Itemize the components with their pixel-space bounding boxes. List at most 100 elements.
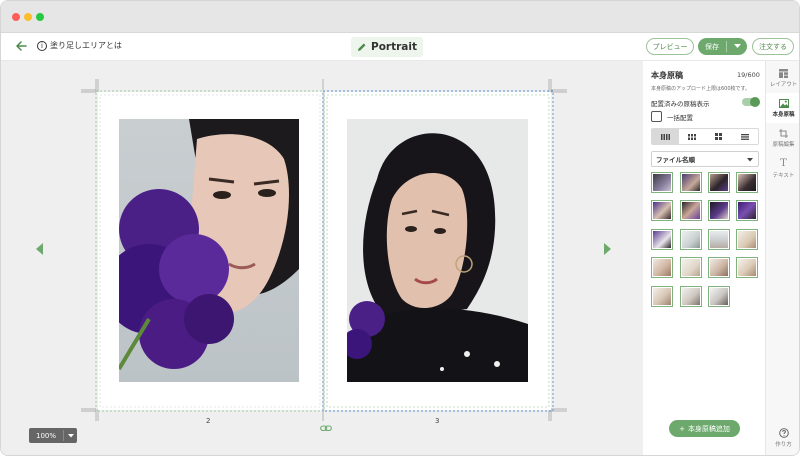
save-button[interactable]: 保存 (698, 38, 747, 55)
sort-order-value: ファイル名順 (656, 156, 695, 164)
thumbnail-item[interactable] (680, 200, 702, 221)
image-icon (778, 98, 789, 108)
thumbnail-image (682, 174, 700, 191)
previous-spread-arrow-icon[interactable] (36, 243, 43, 255)
grid-small-icon (660, 133, 670, 140)
thumbnail-image (682, 202, 700, 219)
thumbnail-item[interactable] (736, 200, 758, 221)
thumbnail-item[interactable] (708, 172, 730, 193)
view-mode-selector (651, 128, 759, 145)
save-button-label: 保存 (705, 42, 719, 51)
window-titlebar (1, 1, 799, 33)
text-icon: T (780, 157, 787, 169)
thumbnail-item[interactable] (651, 172, 673, 193)
grid-medium-icon (687, 133, 696, 140)
thumbnail-image (710, 202, 728, 219)
info-icon: i (37, 40, 47, 51)
photo-right[interactable] (347, 119, 528, 382)
order-button-label: 注文する (759, 42, 787, 51)
rail-tab-manuscript[interactable]: 本身原稿 (766, 93, 799, 123)
thumbnail-image (738, 259, 756, 276)
thumbnail-item[interactable] (708, 286, 730, 307)
thumbnail-item[interactable] (680, 286, 702, 307)
thumbnail-image (710, 231, 728, 248)
zoom-dropdown-toggle[interactable] (64, 433, 77, 438)
help-icon (778, 428, 789, 438)
bleed-area-help-link[interactable]: i 塗り足しエリアとは (37, 40, 122, 51)
bleed-area-help-label: 塗り足しエリアとは (50, 41, 122, 50)
grid-large-icon (714, 133, 722, 140)
crop-icon (779, 128, 788, 138)
tool-rail: レイアウト 本身原稿 原稿編集 T テキスト 作り方 (766, 61, 799, 455)
thumbnail-image (682, 288, 700, 305)
zoom-control[interactable]: 100% (29, 428, 77, 443)
show-placed-label: 配置済みの原稿表示 (651, 100, 710, 108)
thumbnail-item[interactable] (680, 229, 702, 250)
next-spread-arrow-icon[interactable] (604, 243, 611, 255)
rail-tab-text[interactable]: T テキスト (766, 153, 799, 183)
thumbnail-image (653, 174, 671, 191)
thumbnail-item[interactable] (651, 200, 673, 221)
project-title-text: Portrait (371, 41, 417, 53)
view-list-small-button[interactable] (652, 129, 679, 144)
chevron-down-icon (67, 433, 74, 437)
show-placed-toggle[interactable] (742, 97, 760, 107)
editor-toolbar: i 塗り足しエリアとは Portrait プレビュー 保存 注文する (1, 33, 799, 61)
page-number-right: 3 (435, 417, 440, 425)
thumbnail-item[interactable] (708, 200, 730, 221)
thumbnail-item[interactable] (708, 257, 730, 278)
thumbnail-image (653, 288, 671, 305)
bulk-place-label: 一括配置 (667, 114, 693, 122)
thumbnail-image (710, 288, 728, 305)
thumbnail-image (710, 259, 728, 276)
rail-tab-text-label: テキスト (772, 172, 795, 179)
minimize-window-button[interactable] (24, 13, 32, 21)
thumbnail-image (738, 231, 756, 248)
chevron-down-icon (747, 158, 753, 162)
page-number-left: 2 (206, 417, 211, 425)
thumbnail-item[interactable] (651, 229, 673, 250)
back-arrow-icon (16, 41, 27, 51)
thumbnail-item[interactable] (736, 172, 758, 193)
view-grid-medium-button[interactable] (679, 129, 706, 144)
thumbnail-item[interactable] (680, 257, 702, 278)
thumbnail-item[interactable] (680, 172, 702, 193)
rail-tab-edit[interactable]: 原稿編集 (766, 123, 799, 153)
thumbnail-image (710, 174, 728, 191)
view-grid-large-button[interactable] (705, 129, 732, 144)
rail-help[interactable]: 作り方 (766, 423, 799, 453)
chevron-down-icon (733, 44, 741, 48)
thumbnail-item[interactable] (736, 257, 758, 278)
link-pages-icon[interactable] (320, 424, 332, 433)
close-window-button[interactable] (12, 13, 20, 21)
rail-help-label: 作り方 (775, 442, 792, 448)
project-title[interactable]: Portrait (351, 37, 423, 57)
thumbnail-item[interactable] (736, 229, 758, 250)
thumbnail-image (653, 231, 671, 248)
thumbnail-image (682, 231, 700, 248)
panel-title: 本身原稿 (651, 71, 683, 80)
photo-left[interactable] (119, 119, 299, 382)
preview-button[interactable]: プレビュー (646, 38, 694, 55)
maximize-window-button[interactable] (36, 13, 44, 21)
thumbnail-image (682, 259, 700, 276)
toggle-knob (750, 97, 760, 107)
thumbnail-image (653, 259, 671, 276)
rail-tab-layout[interactable]: レイアウト (766, 63, 799, 93)
rail-tab-manuscript-label: 本身原稿 (772, 111, 795, 118)
rail-tab-edit-label: 原稿編集 (772, 141, 795, 148)
back-button[interactable] (13, 38, 29, 54)
sort-order-select[interactable]: ファイル名順 (651, 151, 759, 167)
thumbnail-image (653, 202, 671, 219)
order-button[interactable]: 注文する (752, 38, 794, 55)
upload-limit-note: 本身原稿のアップロード上限は600枚です。 (651, 86, 751, 92)
thumbnail-item[interactable] (651, 286, 673, 307)
portrait-image-left (119, 119, 299, 371)
bulk-place-checkbox[interactable] (651, 111, 662, 122)
thumbnail-item[interactable] (708, 229, 730, 250)
thumbnail-item[interactable] (651, 257, 673, 278)
plus-icon: + (679, 424, 685, 433)
save-dropdown-toggle[interactable] (727, 44, 747, 49)
add-manuscript-button[interactable]: + 本身原稿追加 (669, 420, 740, 437)
view-list-button[interactable] (732, 129, 759, 144)
